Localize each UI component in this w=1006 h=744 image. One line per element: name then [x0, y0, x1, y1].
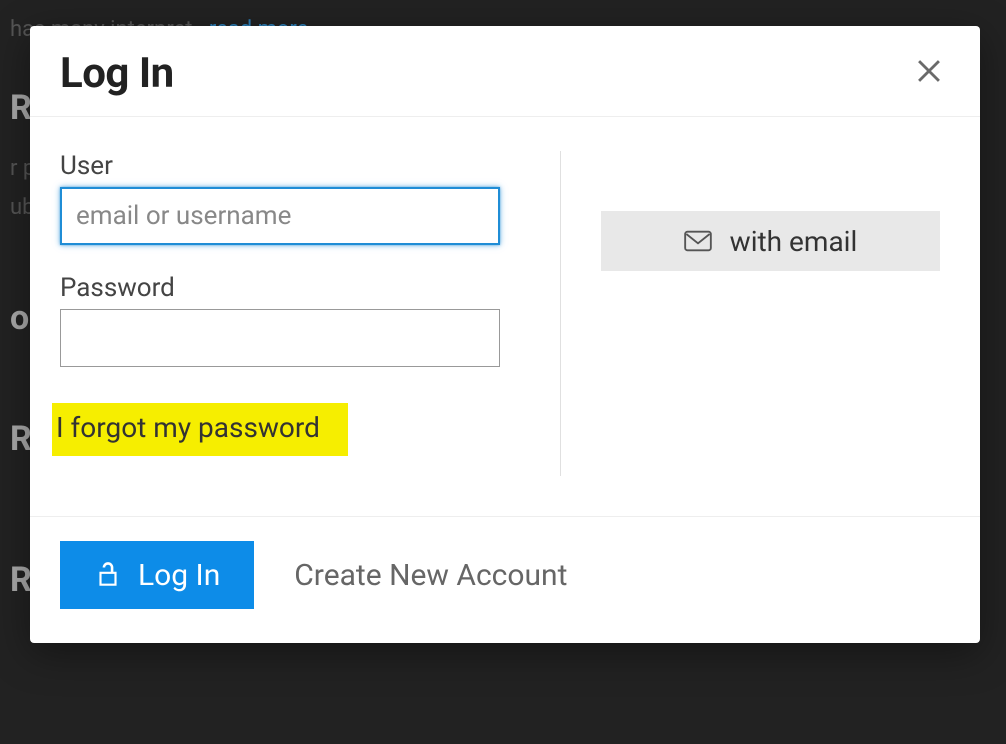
login-button-label: Log In [138, 558, 220, 593]
social-login-column: with email [581, 151, 950, 476]
close-button[interactable] [908, 48, 950, 98]
email-button-label: with email [730, 225, 858, 258]
modal-body: User Password I forgot my password with … [30, 117, 980, 517]
user-label: User [60, 151, 500, 181]
login-with-email-button[interactable]: with email [601, 211, 940, 271]
modal-title: Log In [60, 49, 174, 98]
modal-footer: Log In Create New Account [30, 517, 980, 643]
password-label: Password [60, 273, 500, 303]
login-submit-button[interactable]: Log In [60, 541, 254, 609]
create-account-link[interactable]: Create New Account [294, 558, 567, 593]
close-icon [912, 48, 946, 97]
login-modal: Log In User Password I forgot my passwor… [30, 26, 980, 643]
forgot-password-link[interactable]: I forgot my password [52, 403, 348, 456]
column-divider [560, 151, 561, 476]
modal-header: Log In [30, 26, 980, 117]
password-field-block: Password [60, 273, 500, 367]
user-input[interactable] [60, 187, 500, 245]
envelope-icon [684, 230, 712, 252]
password-input[interactable] [60, 309, 500, 367]
unlock-icon [94, 560, 122, 590]
user-field-block: User [60, 151, 500, 245]
login-form-column: User Password I forgot my password [60, 151, 540, 476]
